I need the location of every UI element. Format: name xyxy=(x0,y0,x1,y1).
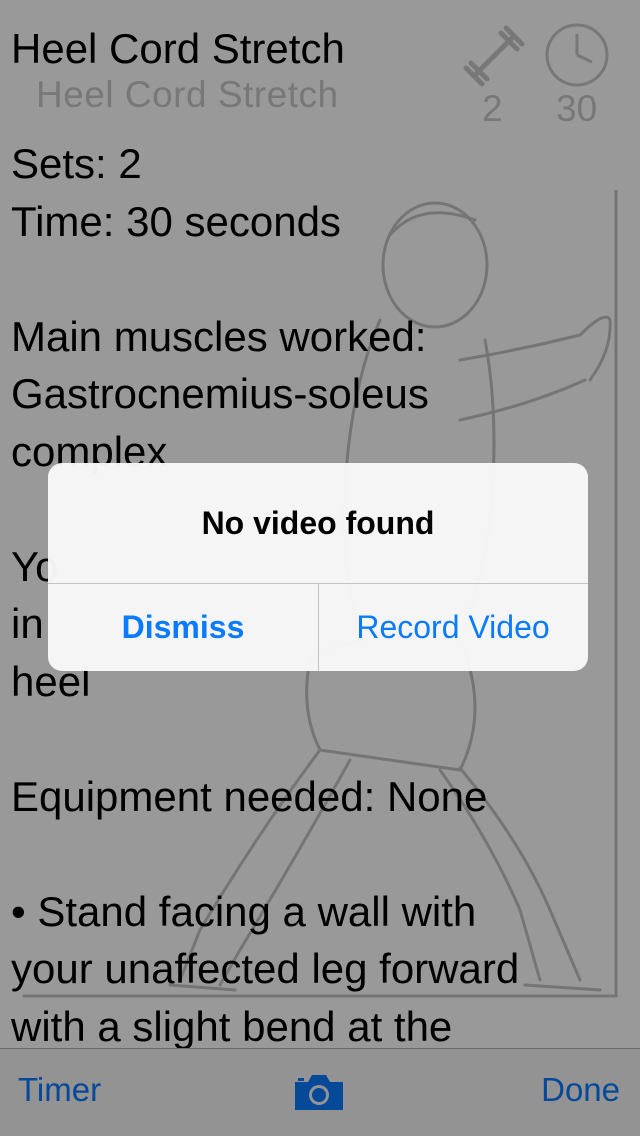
record-video-button[interactable]: Record Video xyxy=(318,583,588,671)
alert-title: No video found xyxy=(201,505,435,541)
no-video-alert: No video found Dismiss Record Video xyxy=(48,463,588,671)
exercise-screen: Heel Cord Stretch 2 30 Heel Cord Stretch… xyxy=(0,0,640,1136)
dismiss-button[interactable]: Dismiss xyxy=(48,583,318,671)
